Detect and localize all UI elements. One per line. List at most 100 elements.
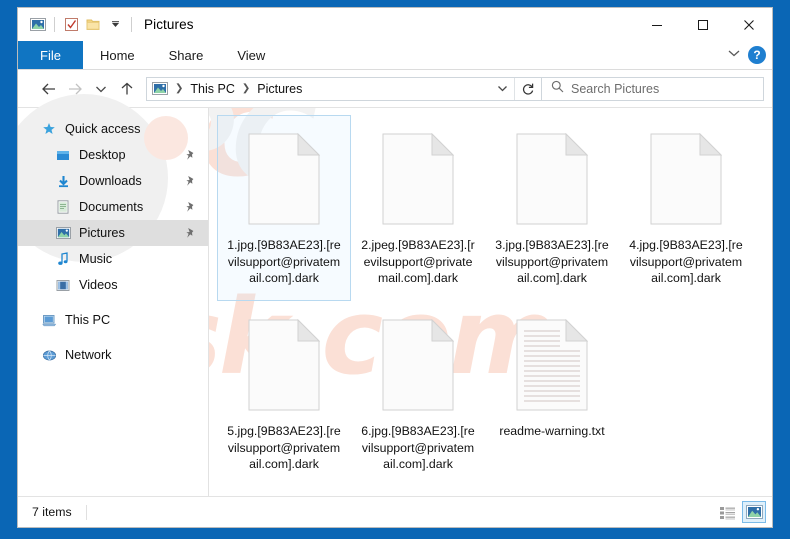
sidebar-item-music[interactable]: Music: [18, 246, 208, 272]
breadcrumb-pictures-icon: [152, 82, 168, 95]
back-button[interactable]: [36, 76, 62, 102]
forward-button[interactable]: [62, 76, 88, 102]
customize-chevron-icon[interactable]: [104, 14, 126, 36]
tab-home[interactable]: Home: [83, 41, 152, 69]
title-bar: Pictures: [18, 8, 772, 41]
status-divider: [85, 504, 87, 520]
file-name: 6.jpg.[9B83AE23].[revilsupport@privatema…: [361, 424, 475, 471]
explorer-body: Quick access Desktop Downloads Documents…: [18, 94, 772, 496]
file-tile[interactable]: readme-warning.txt: [485, 301, 619, 487]
sidebar-item-label: Network: [65, 348, 112, 362]
tab-share[interactable]: Share: [152, 41, 221, 69]
file-icon-wrap: [248, 311, 320, 419]
view-mode-buttons: [715, 501, 766, 523]
expand-ribbon-chevron-icon[interactable]: [726, 46, 742, 64]
file-name: 5.jpg.[9B83AE23].[revilsupport@privatema…: [227, 424, 341, 471]
search-placeholder: Search Pictures: [571, 81, 660, 96]
toolbar-divider: [54, 17, 55, 32]
sidebar-item-downloads[interactable]: Downloads: [18, 168, 208, 194]
search-input[interactable]: Search Pictures: [542, 76, 764, 101]
file-list-view: PC PC risk.com 1.jpg.[9B83AE23].[revilsu…: [209, 108, 772, 496]
tab-file[interactable]: File: [18, 41, 83, 69]
sidebar-item-videos[interactable]: Videos: [18, 272, 208, 298]
file-tile[interactable]: 3.jpg.[9B83AE23].[revilsupport@privatema…: [485, 115, 619, 301]
address-right: [490, 77, 541, 100]
sidebar-item-network[interactable]: Network: [18, 342, 208, 368]
pin-icon[interactable]: [185, 227, 196, 239]
blank-file-icon: [248, 133, 320, 225]
file-tile[interactable]: 2.jpeg.[9B83AE23].[revilsupport@privatem…: [351, 115, 485, 301]
breadcrumb-separator-0: ❯: [175, 83, 184, 94]
network-icon: [40, 347, 58, 363]
ribbon-tabs: File Home Share View ?: [18, 41, 772, 70]
file-icon-wrap: [382, 311, 454, 419]
sidebar-gap-1: [18, 298, 208, 307]
file-tile[interactable]: 4.jpg.[9B83AE23].[revilsupport@privatema…: [619, 115, 753, 301]
quick-access-toolbar: Pictures: [18, 14, 194, 36]
navigation-pane: Quick access Desktop Downloads Documents…: [18, 94, 208, 496]
breadcrumb-this-pc[interactable]: This PC: [188, 82, 236, 96]
sidebar-gap-2: [18, 333, 208, 342]
blank-file-icon: [382, 133, 454, 225]
breadcrumb-pictures[interactable]: Pictures: [255, 82, 304, 96]
blank-file-icon: [248, 319, 320, 411]
details-view-button[interactable]: [715, 501, 739, 523]
refresh-icon[interactable]: [515, 78, 541, 100]
window-controls: [634, 8, 772, 41]
videos-icon: [54, 277, 72, 293]
file-tile[interactable]: 5.jpg.[9B83AE23].[revilsupport@privatema…: [217, 301, 351, 487]
item-count: 7 items: [32, 505, 72, 519]
sidebar-item-label: Desktop: [79, 148, 126, 162]
file-icon-wrap: [516, 125, 588, 233]
desktop-icon: [54, 147, 72, 163]
properties-checkbox-icon[interactable]: [60, 14, 82, 36]
pin-icon[interactable]: [185, 201, 196, 213]
pin-icon[interactable]: [185, 175, 196, 187]
details-view-icon: [719, 506, 735, 519]
breadcrumb-separator-1: ❯: [241, 83, 251, 94]
sidebar-item-documents[interactable]: Documents: [18, 194, 208, 220]
pictures-icon[interactable]: [27, 14, 49, 36]
window-title: Pictures: [144, 17, 194, 32]
text-file-icon: [516, 319, 588, 411]
music-icon: [54, 251, 72, 267]
breadcrumb[interactable]: ❯ This PC ❯ Pictures: [146, 76, 542, 101]
address-dropdown-icon[interactable]: [490, 78, 514, 100]
minimize-button[interactable]: [634, 8, 680, 41]
blank-file-icon: [650, 133, 722, 225]
star-icon: [40, 121, 58, 137]
downloads-icon: [54, 173, 72, 189]
ribbon-right-controls: ?: [726, 41, 766, 69]
file-name: readme-warning.txt: [499, 424, 605, 438]
sidebar-item-label: This PC: [65, 313, 111, 327]
sidebar-item-label: Music: [79, 252, 113, 266]
file-tile[interactable]: 6.jpg.[9B83AE23].[revilsupport@privatema…: [351, 301, 485, 487]
explorer-window: Pictures File Home Share View ? ❯ This P…: [17, 7, 773, 528]
tab-view[interactable]: View: [220, 41, 282, 69]
sidebar-item-label: Downloads: [79, 174, 142, 188]
file-icon-wrap: [516, 311, 588, 419]
blank-file-icon: [516, 133, 588, 225]
large-icons-view-button[interactable]: [742, 501, 766, 523]
sidebar-item-this-pc[interactable]: This PC: [18, 307, 208, 333]
file-tile[interactable]: 1.jpg.[9B83AE23].[revilsupport@privatema…: [217, 115, 351, 301]
close-button[interactable]: [726, 8, 772, 41]
sidebar-item-pictures[interactable]: Pictures: [18, 220, 208, 246]
this-pc-icon: [40, 312, 58, 328]
up-button[interactable]: [114, 76, 140, 102]
pin-icon[interactable]: [185, 149, 196, 161]
help-icon[interactable]: ?: [748, 46, 766, 64]
file-icon-wrap: [650, 125, 722, 233]
new-folder-icon[interactable]: [82, 14, 104, 36]
file-icon-wrap: [248, 125, 320, 233]
documents-icon: [54, 199, 72, 215]
file-name: 3.jpg.[9B83AE23].[revilsupport@privatema…: [495, 238, 609, 285]
file-name: 1.jpg.[9B83AE23].[revilsupport@privatema…: [227, 238, 341, 285]
pictures-icon: [54, 225, 72, 241]
sidebar-item-quick-access[interactable]: Quick access: [18, 116, 208, 142]
blank-file-icon: [382, 319, 454, 411]
maximize-button[interactable]: [680, 8, 726, 41]
search-icon: [551, 80, 564, 98]
sidebar-item-desktop[interactable]: Desktop: [18, 142, 208, 168]
recent-locations-button[interactable]: [88, 76, 114, 102]
